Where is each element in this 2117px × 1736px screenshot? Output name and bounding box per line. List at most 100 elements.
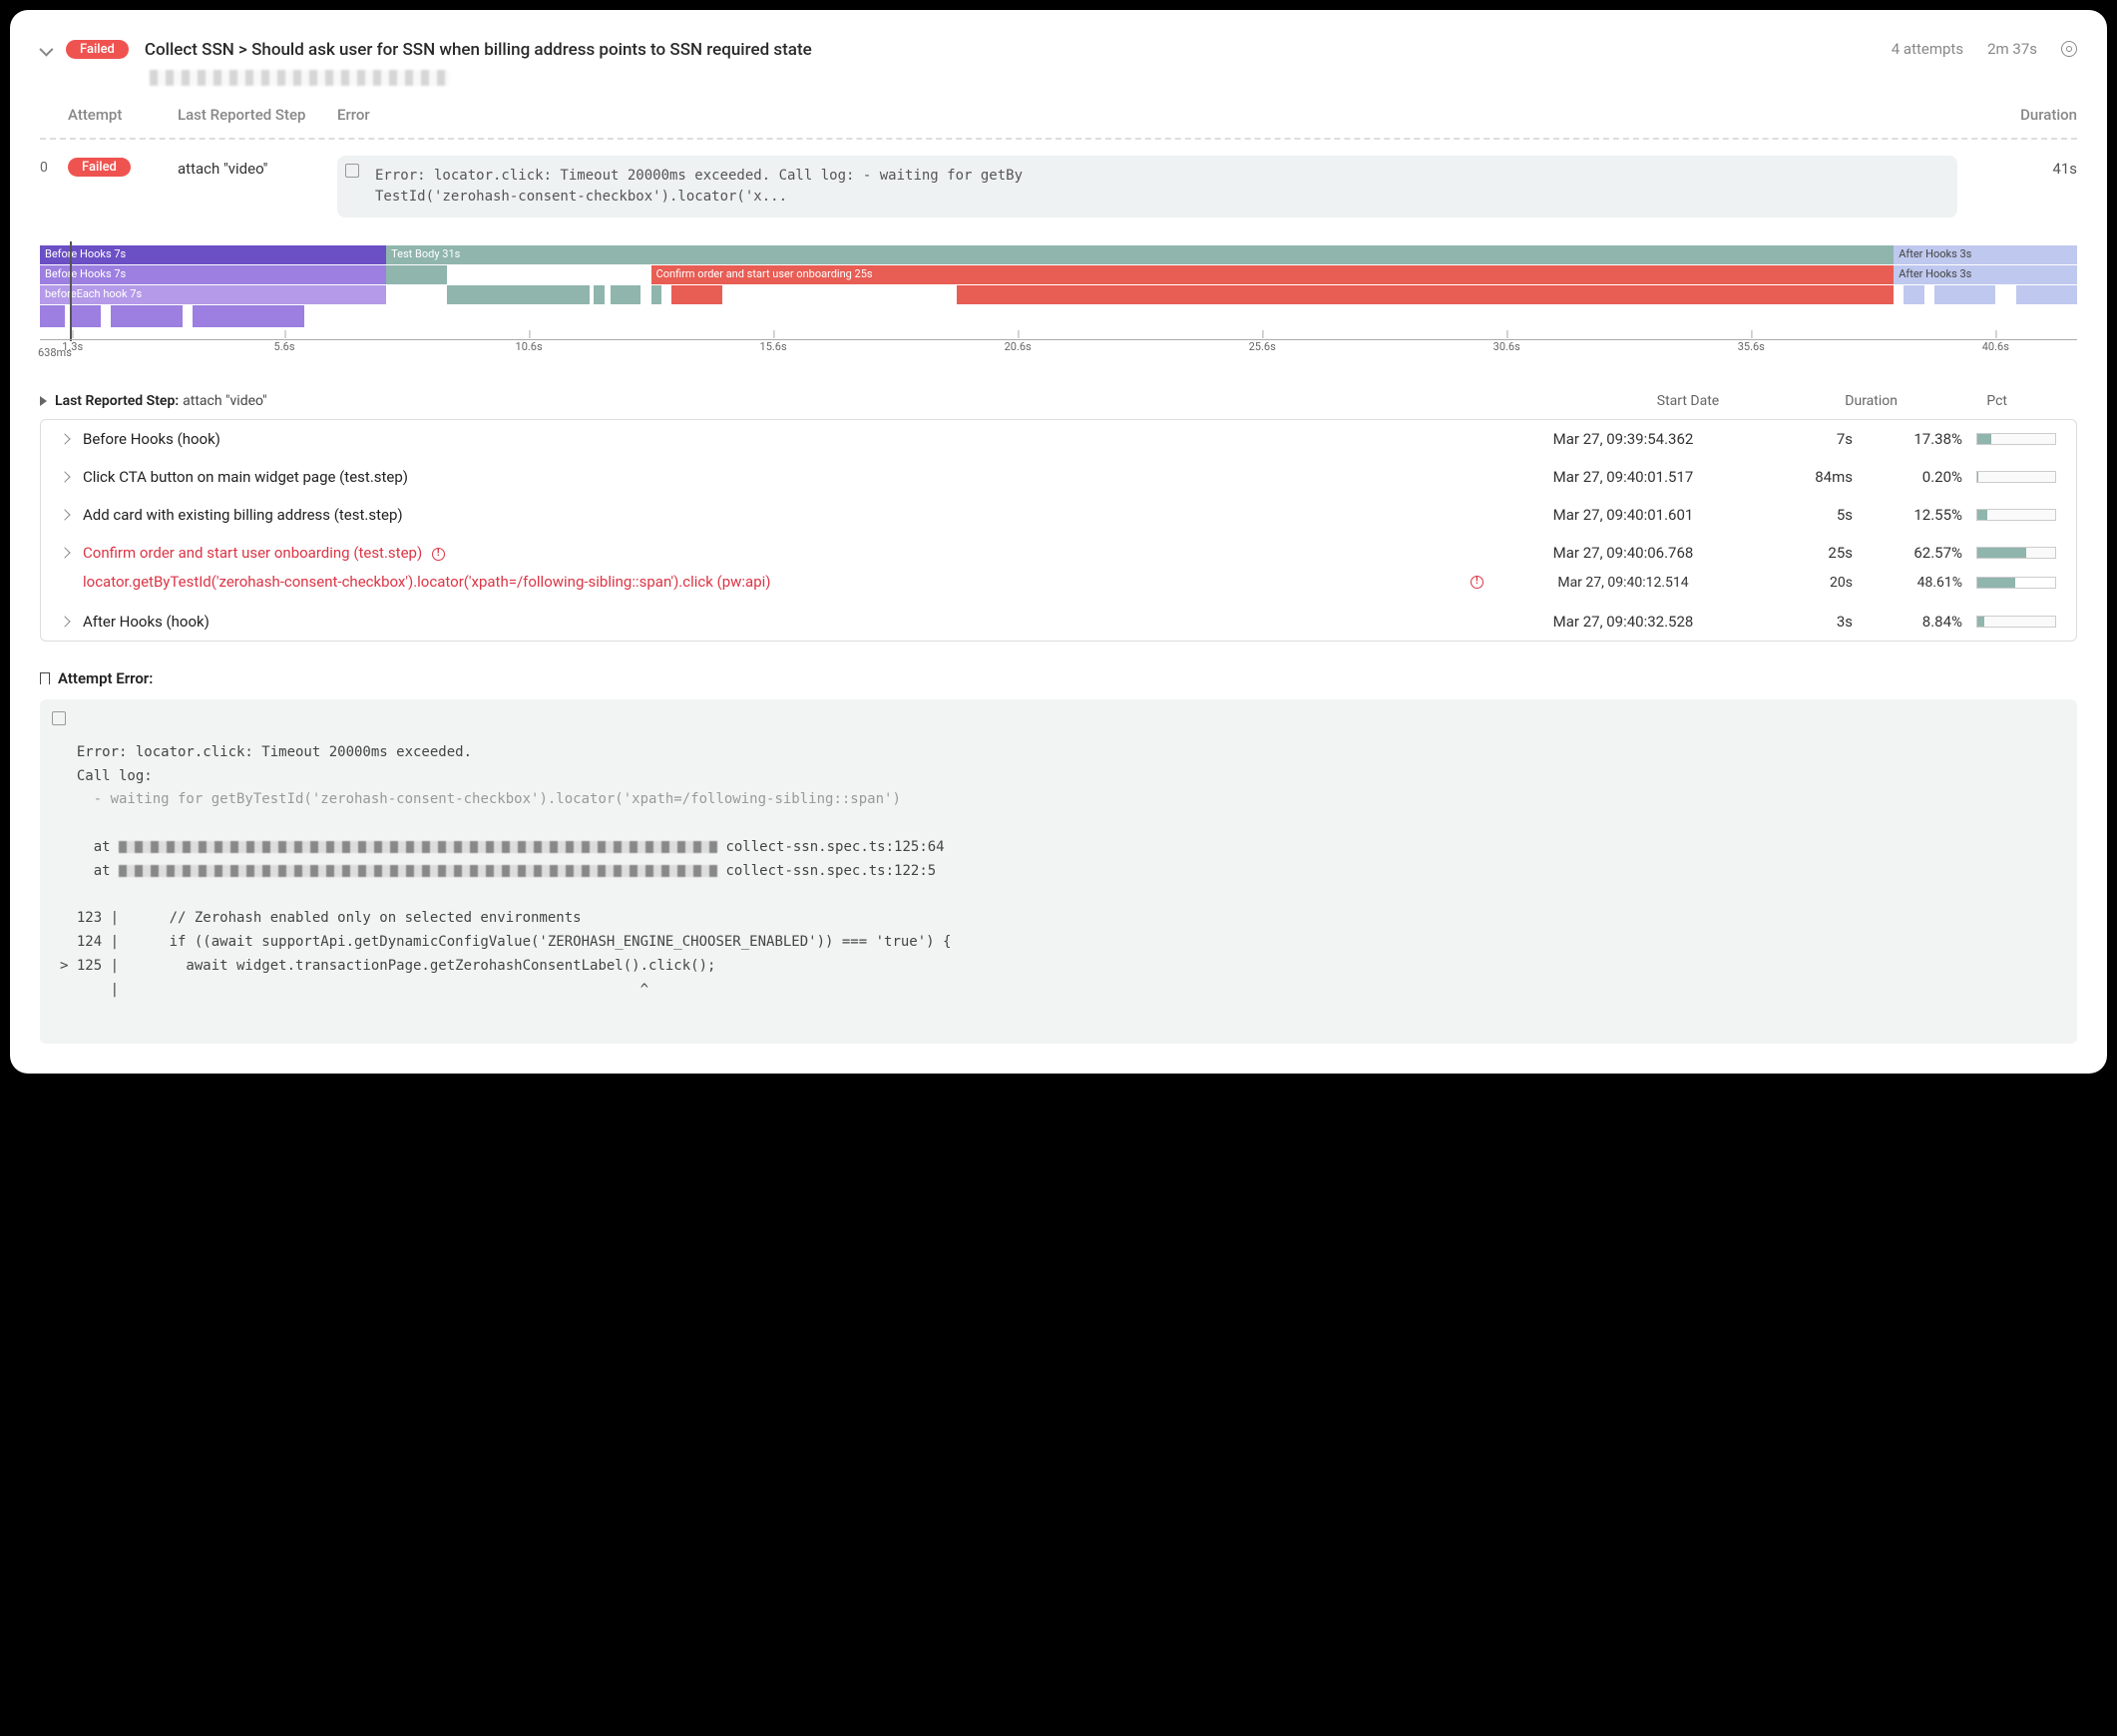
step-date: Mar 27, 09:40:01.601 <box>1513 506 1733 524</box>
step-date: Mar 27, 09:39:54.362 <box>1513 430 1733 448</box>
step-row[interactable]: After Hooks (hook) Mar 27, 09:40:32.528 … <box>41 603 2076 641</box>
col-attempt: Attempt <box>68 106 178 124</box>
timeline-row[interactable]: beforeEach hook 7s <box>40 285 2077 304</box>
step-date: Mar 27, 09:40:12.514 <box>1513 575 1733 591</box>
timeline-strip[interactable] <box>40 305 2077 327</box>
col-start-date: Start Date <box>1598 393 1778 409</box>
step-name: Confirm order and start user onboarding … <box>83 544 1513 562</box>
timeline-row[interactable]: Before Hooks 7s Confirm order and start u… <box>40 265 2077 284</box>
axis-tick: 5.6s <box>274 340 295 353</box>
col-pct: Pct <box>1898 393 2007 409</box>
step-duration: 3s <box>1733 613 1853 631</box>
chevron-right-icon <box>59 509 70 520</box>
axis-tick: 30.6s <box>1493 340 1520 353</box>
attempts-columns: Attempt Last Reported Step Error Duratio… <box>40 86 2077 134</box>
step-bar <box>1976 547 2056 559</box>
step-date: Mar 27, 09:40:01.517 <box>1513 468 1733 486</box>
step-duration: 5s <box>1733 506 1853 524</box>
copy-icon[interactable] <box>347 166 359 178</box>
timeline-segment[interactable]: Confirm order and start user onboarding … <box>651 265 1895 284</box>
timeline-segment[interactable] <box>957 285 1894 304</box>
step-pct: 0.20% <box>1853 468 1962 486</box>
test-result-panel: Failed Collect SSN > Should ask user for… <box>10 10 2107 1074</box>
header: Failed Collect SSN > Should ask user for… <box>40 40 2077 60</box>
step-name: Click CTA button on main widget page (te… <box>83 468 1513 486</box>
err-line-light: - waiting for getByTestId('zerohash-cons… <box>77 791 901 807</box>
attempt-row[interactable]: 0 Failed attach "video" Error: locator.c… <box>40 156 2077 217</box>
attempt-error-header: Attempt Error: <box>40 669 2077 687</box>
axis-tick: 1.3s <box>62 340 83 353</box>
error-line-2: TestId('zerohash-consent-checkbox').loca… <box>351 187 1943 208</box>
attempts-count: 4 attempts <box>1892 40 1963 58</box>
err-line: Call log: <box>77 768 153 784</box>
timeline-row[interactable]: Before Hooks 7sTest Body 31sAfter Hooks … <box>40 245 2077 264</box>
redacted-path <box>150 70 449 86</box>
step-bar <box>1976 471 2056 483</box>
timeline-axis: 638ms1.3s5.6s10.6s15.6s20.6s25.6s30.6s35… <box>40 339 2077 365</box>
step-bar <box>1976 616 2056 628</box>
step-pct: 62.57% <box>1853 544 1962 562</box>
triangle-icon <box>40 396 47 406</box>
step-name: locator.getByTestId('zerohash-consent-ch… <box>83 572 1471 593</box>
steps-header: Last Reported Step: attach "video" Start… <box>40 389 2077 419</box>
chevron-right-icon <box>59 433 70 444</box>
timeline-segment[interactable] <box>594 285 604 304</box>
steps-header-label: Last Reported Step: <box>55 393 179 409</box>
timeline-segment[interactable] <box>651 285 661 304</box>
code-line: 123 | // Zerohash enabled only on select… <box>60 910 582 926</box>
timeline-segment[interactable] <box>611 285 641 304</box>
timeline-segment[interactable]: Before Hooks 7s <box>40 265 386 284</box>
timeline-segment[interactable] <box>1904 285 1923 304</box>
timeline-segment[interactable]: Before Hooks 7s <box>40 245 386 264</box>
timeline-segment[interactable]: beforeEach hook 7s <box>40 285 386 304</box>
attempt-duration: 41s <box>1977 156 2077 178</box>
attempt-error-code[interactable]: Error: locator.click: Timeout 20000ms ex… <box>40 699 2077 1044</box>
chevron-down-icon[interactable] <box>39 43 53 57</box>
attempt-index: 0 <box>40 156 68 176</box>
step-name: Add card with existing billing address (… <box>83 506 1513 524</box>
timeline-segment[interactable]: After Hooks 3s <box>1894 245 2077 264</box>
col-duration: Duration <box>1977 106 2077 124</box>
timeline-segment[interactable]: Test Body 31s <box>386 245 1894 264</box>
playhead[interactable] <box>70 241 72 341</box>
timeline-segment[interactable] <box>1934 285 1995 304</box>
header-meta: 4 attempts 2m 37s <box>1892 40 2077 58</box>
col-error: Error <box>337 106 1977 124</box>
step-name: Before Hooks (hook) <box>83 430 1513 448</box>
axis-tick: 40.6s <box>1982 340 2009 353</box>
step-sub-row[interactable]: locator.getByTestId('zerohash-consent-ch… <box>41 572 2076 603</box>
timeline-segment[interactable]: After Hooks 3s <box>1894 265 2077 284</box>
attempt-step: attach "video" <box>178 156 337 178</box>
error-line-1: Error: locator.click: Timeout 20000ms ex… <box>351 166 1943 187</box>
total-duration: 2m 37s <box>1987 40 2037 58</box>
step-row[interactable]: Confirm order and start user onboarding … <box>41 534 2076 572</box>
chevron-right-icon <box>59 547 70 558</box>
divider <box>40 138 2077 140</box>
copy-icon[interactable] <box>54 713 66 725</box>
axis-tick: 10.6s <box>516 340 543 353</box>
timeline-segment[interactable] <box>671 285 722 304</box>
timeline-segment[interactable] <box>2016 285 2077 304</box>
col-step: Last Reported Step <box>178 106 337 124</box>
stack-suffix: collect-ssn.spec.ts:122:5 <box>725 863 936 879</box>
step-row[interactable]: Click CTA button on main widget page (te… <box>41 458 2076 496</box>
chevron-right-icon <box>59 471 70 482</box>
step-row[interactable]: Add card with existing billing address (… <box>41 496 2076 534</box>
step-pct: 8.84% <box>1853 613 1962 631</box>
timeline[interactable]: Before Hooks 7sTest Body 31sAfter Hooks … <box>40 245 2077 365</box>
timeline-segment[interactable] <box>447 285 590 304</box>
steps-table: Before Hooks (hook) Mar 27, 09:39:54.362… <box>40 419 2077 642</box>
code-line: 124 | if ((await supportApi.getDynamicCo… <box>60 934 951 950</box>
step-duration: 25s <box>1733 544 1853 562</box>
axis-tick: 20.6s <box>1005 340 1032 353</box>
col-dur: Duration <box>1778 393 1898 409</box>
attempt-error-box[interactable]: Error: locator.click: Timeout 20000ms ex… <box>337 156 1957 217</box>
timeline-segment[interactable] <box>386 265 447 284</box>
error-icon <box>432 548 445 561</box>
step-duration: 84ms <box>1733 468 1853 486</box>
step-row[interactable]: Before Hooks (hook) Mar 27, 09:39:54.362… <box>41 420 2076 458</box>
chevron-right-icon <box>59 616 70 627</box>
step-duration: 20s <box>1733 575 1853 591</box>
step-bar <box>1976 509 2056 521</box>
gear-icon[interactable] <box>2061 41 2077 57</box>
